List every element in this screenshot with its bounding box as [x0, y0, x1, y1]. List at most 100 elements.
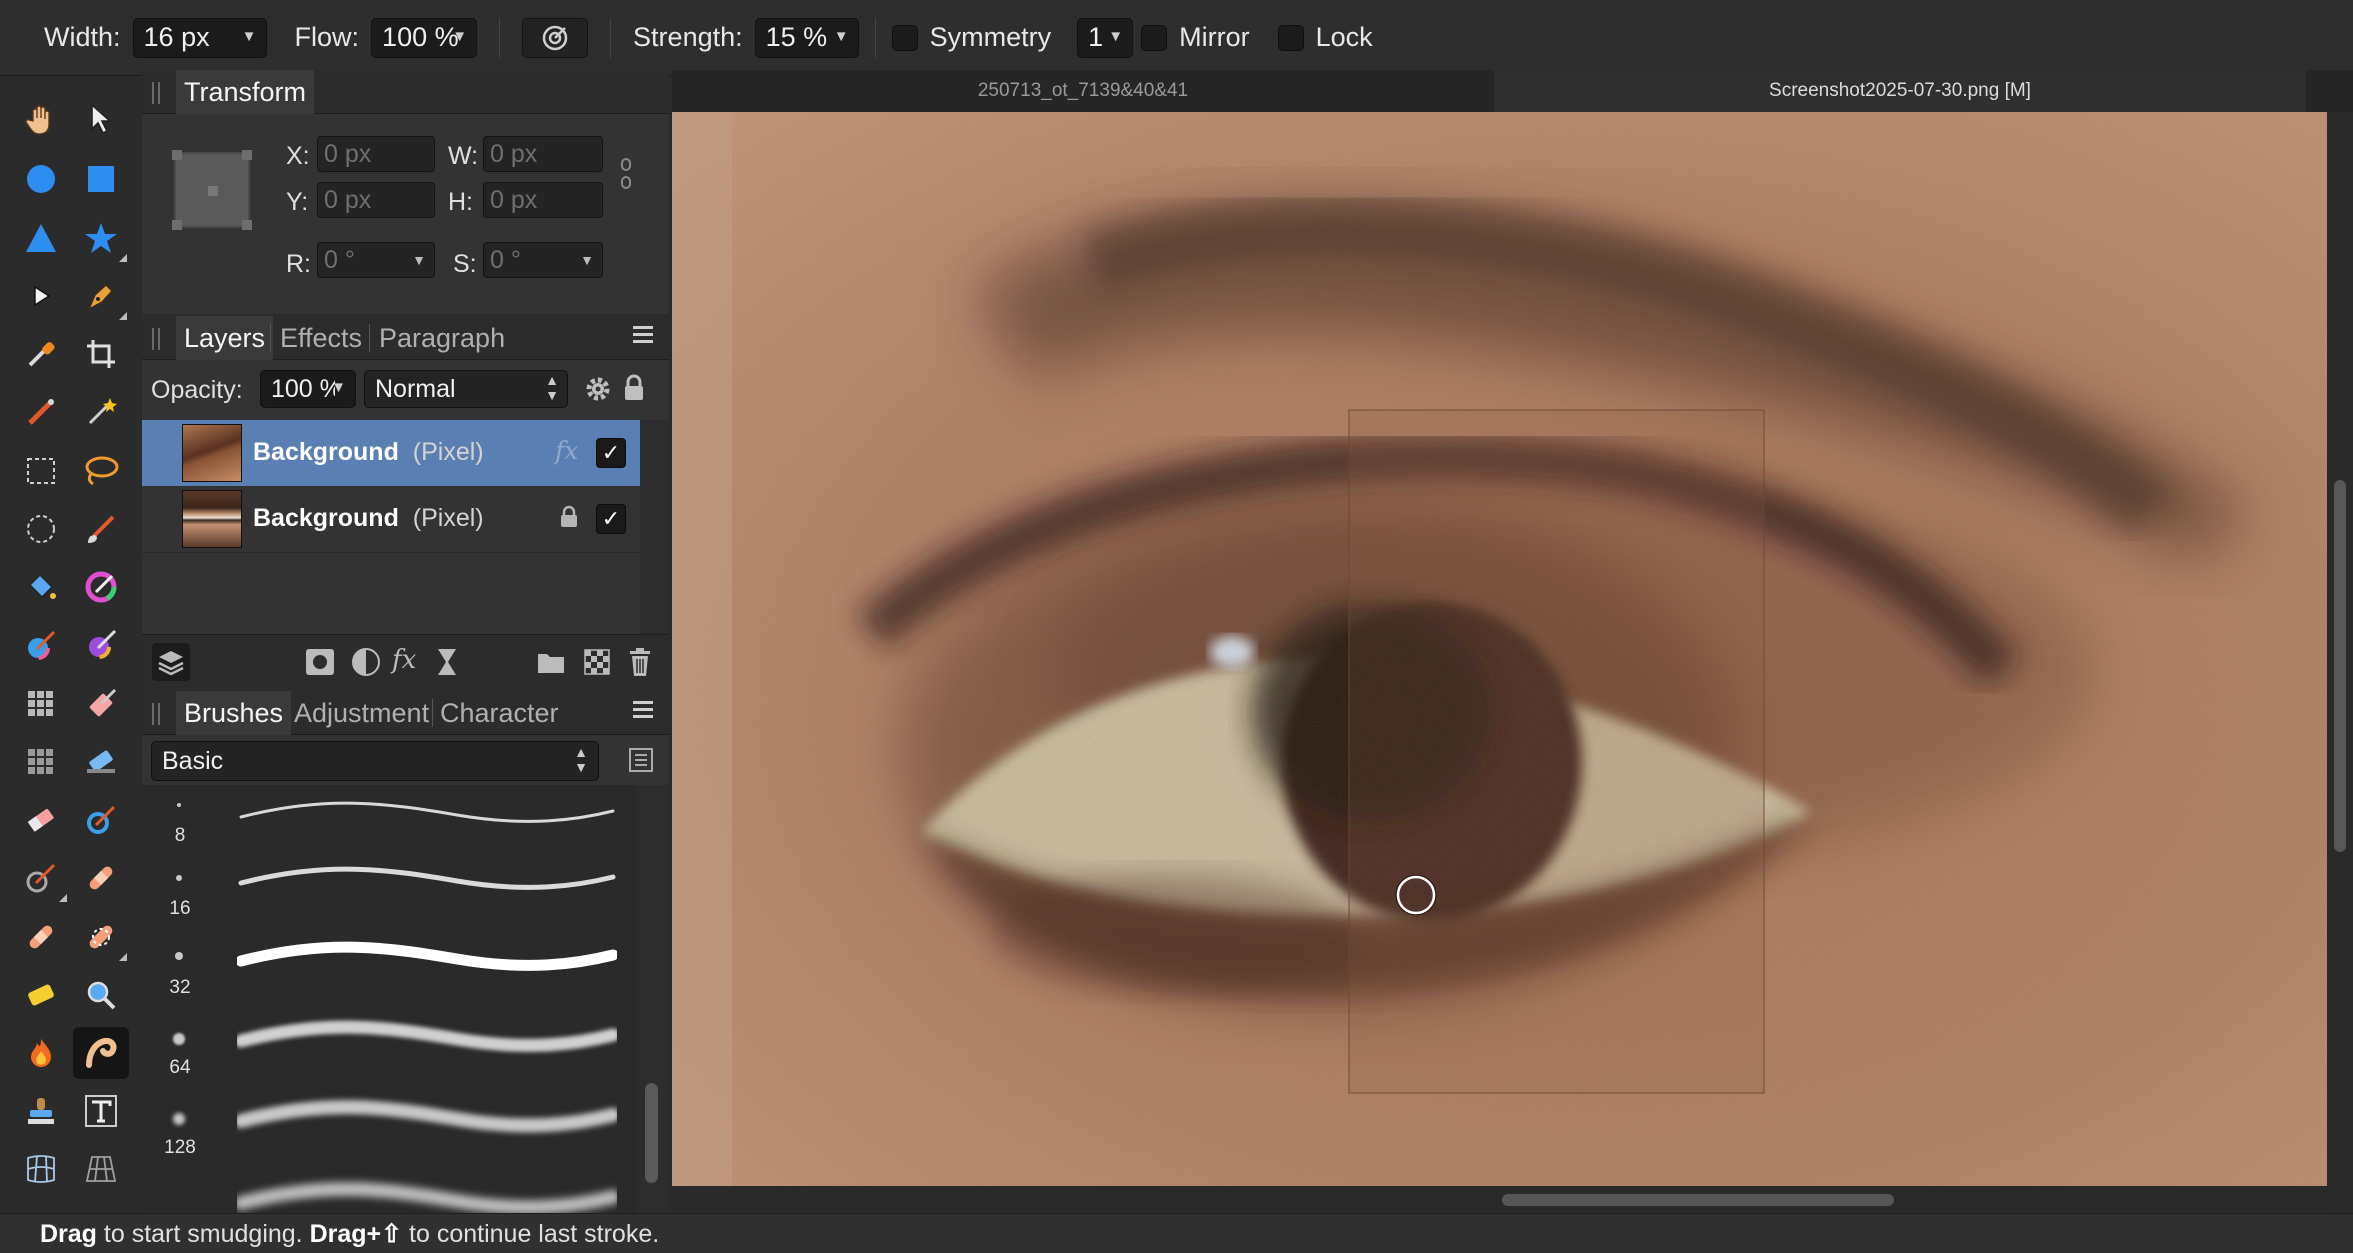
rectangle-tool-button[interactable]	[73, 153, 129, 205]
width-combo[interactable]: 16 px ▼	[132, 17, 267, 58]
pixel-grid-tool-button[interactable]	[13, 678, 69, 730]
marquee-tool-button[interactable]	[13, 445, 69, 497]
mirror-checkbox[interactable]	[1141, 24, 1168, 51]
tab-document-1[interactable]: 250713_ot_7139&40&41	[672, 70, 1494, 112]
panel-menu-icon[interactable]	[633, 701, 659, 725]
erase-tool-button[interactable]	[13, 794, 69, 846]
mesh-warp-tool-button[interactable]	[13, 1143, 69, 1195]
brush-list-scrollbar[interactable]	[637, 785, 669, 1213]
anchor-selector[interactable]	[172, 150, 252, 230]
gear-icon[interactable]	[584, 375, 612, 403]
rotation-field[interactable]: 0 ° ▼	[317, 242, 435, 278]
blend-mode-select[interactable]: Normal ▲ ▼	[364, 370, 568, 408]
horizontal-scrollbar[interactable]	[672, 1186, 2327, 1214]
crop-tool-button[interactable]	[73, 328, 129, 380]
pixel-grid-alt-tool-button[interactable]	[13, 736, 69, 788]
healing-brush-tool-button[interactable]	[73, 852, 129, 904]
mask-icon[interactable]	[306, 649, 334, 675]
pixel-layer-icon[interactable]	[584, 648, 610, 676]
flow-combo[interactable]: 100 % ▼	[371, 17, 478, 58]
star-tool-button[interactable]	[73, 212, 129, 264]
folder-icon[interactable]	[536, 649, 566, 675]
flood-select-tool-button[interactable]	[73, 386, 129, 438]
panel-grip-icon[interactable]	[152, 82, 160, 104]
tab-layers[interactable]: Layers	[176, 316, 274, 360]
node-tool-button[interactable]	[13, 270, 69, 322]
opacity-combo[interactable]: 100 % ▼	[260, 370, 356, 408]
brush-category-select[interactable]: Basic ▲ ▼	[151, 741, 599, 781]
view-tool-button[interactable]	[13, 93, 69, 145]
link-chain-icon[interactable]	[620, 158, 632, 190]
background-erase-tool-button[interactable]	[73, 736, 129, 788]
selection-brush-tool-button[interactable]	[13, 386, 69, 438]
strength-combo[interactable]: 15 % ▼	[754, 17, 859, 58]
layers-scroll-track[interactable]	[640, 420, 669, 634]
triangle-tool-button[interactable]	[13, 212, 69, 264]
dodge-tool-button[interactable]	[13, 969, 69, 1021]
scroll-thumb[interactable]	[2334, 480, 2346, 852]
blemish-removal-tool-button[interactable]	[73, 911, 129, 963]
fx-icon[interactable]: fx	[392, 645, 416, 675]
panel-grip-icon[interactable]	[152, 703, 160, 725]
fx-icon[interactable]: fx	[555, 436, 578, 465]
live-filter-icon[interactable]	[436, 647, 458, 677]
brush-list-view-icon[interactable]	[628, 747, 654, 773]
layer-thumbnail	[182, 490, 242, 548]
tab-character[interactable]: Character	[432, 691, 567, 735]
panel-grip-icon[interactable]	[152, 328, 160, 350]
layers-stack-icon[interactable]	[152, 643, 190, 681]
freehand-select-tool-button[interactable]	[73, 445, 129, 497]
vertical-scrollbar[interactable]	[2327, 112, 2353, 1186]
layer-visibility-checkbox[interactable]: ✓	[596, 438, 626, 468]
color-picker-tool-button[interactable]	[13, 328, 69, 380]
burn-tool-button[interactable]	[13, 1027, 69, 1079]
tab-brushes[interactable]: Brushes	[176, 691, 292, 735]
tab-transform[interactable]: Transform	[176, 70, 315, 114]
symmetry-checkbox[interactable]	[891, 24, 918, 51]
force-pressure-button[interactable]	[522, 17, 589, 58]
ellipse-marquee-tool-button[interactable]	[13, 503, 69, 555]
color-replace-tool-button[interactable]	[73, 561, 129, 613]
paint-brush-tool-button[interactable]	[73, 503, 129, 555]
x-field[interactable]: 0 px	[317, 136, 435, 172]
tab-document-2[interactable]: Screenshot2025-07-30.png [M]	[1494, 70, 2306, 112]
tab-adjustment[interactable]: Adjustment	[286, 691, 437, 735]
smudge-tool-button[interactable]	[73, 1027, 129, 1079]
symmetry-count-combo[interactable]: 1 ▼	[1077, 17, 1134, 58]
tab-paragraph[interactable]: Paragraph	[371, 316, 513, 360]
perspective-tool-button[interactable]	[73, 1143, 129, 1195]
mixer-brush-tool-button[interactable]	[73, 794, 129, 846]
chevron-down-icon: ▼	[331, 379, 346, 396]
ellipse-tool-button[interactable]	[13, 153, 69, 205]
pen-tool-button[interactable]	[73, 270, 129, 322]
layer-row[interactable]: Background (Pixel) ✓	[142, 486, 640, 552]
smudge-brush-tool-button[interactable]	[13, 852, 69, 904]
zoom-tool-button[interactable]	[73, 969, 129, 1021]
adjustment-icon[interactable]	[352, 648, 380, 676]
pixel-tool-button[interactable]	[13, 619, 69, 671]
star-icon	[85, 223, 117, 253]
erase-brush-tool-button[interactable]	[73, 678, 129, 730]
lock-checkbox[interactable]	[1277, 24, 1304, 51]
layer-lock-icon[interactable]	[560, 505, 578, 529]
layer-visibility-checkbox[interactable]: ✓	[596, 504, 626, 534]
shear-field[interactable]: 0 ° ▼	[483, 242, 603, 278]
scroll-thumb[interactable]	[645, 1083, 658, 1183]
document-canvas[interactable]	[672, 112, 2327, 1186]
clone-tool-button[interactable]	[13, 1085, 69, 1137]
y-field[interactable]: 0 px	[317, 182, 435, 218]
scroll-thumb[interactable]	[1502, 1194, 1894, 1206]
layer-row[interactable]: Background (Pixel) fx ✓	[142, 420, 640, 486]
trash-icon[interactable]	[628, 647, 652, 677]
fill-tool-button[interactable]	[13, 561, 69, 613]
h-field[interactable]: 0 px	[483, 182, 603, 218]
panel-menu-icon[interactable]	[633, 326, 659, 350]
patch-tool-button[interactable]	[13, 911, 69, 963]
pattern-brush-tool-button[interactable]	[73, 619, 129, 671]
move-tool-button[interactable]	[73, 93, 129, 145]
artistic-text-tool-button[interactable]	[73, 1085, 129, 1137]
w-field[interactable]: 0 px	[483, 136, 603, 172]
lock-icon[interactable]	[623, 374, 645, 402]
perspective-grid-icon	[85, 1156, 117, 1182]
tab-effects[interactable]: Effects	[272, 316, 370, 360]
